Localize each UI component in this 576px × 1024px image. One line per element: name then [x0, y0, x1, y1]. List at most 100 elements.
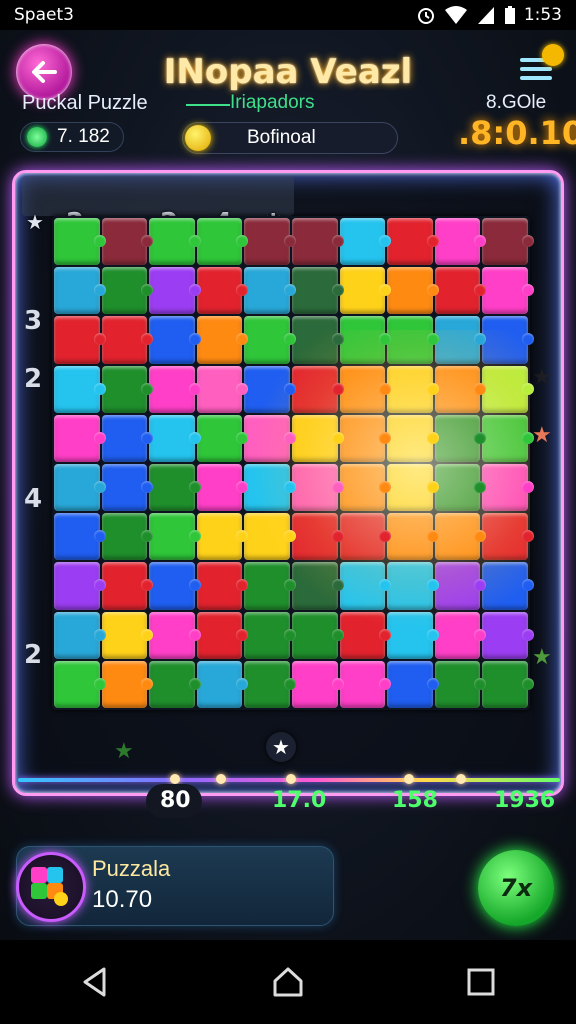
- puzzle-piece[interactable]: [387, 513, 439, 561]
- puzzle-piece[interactable]: [434, 464, 486, 512]
- puzzle-piece[interactable]: [387, 660, 439, 708]
- puzzle-piece[interactable]: [54, 562, 106, 610]
- puzzle-piece[interactable]: [482, 562, 534, 610]
- puzzle-piece[interactable]: [482, 660, 534, 708]
- puzzle-piece[interactable]: [101, 562, 153, 610]
- puzzle-piece[interactable]: [291, 316, 344, 364]
- puzzle-piece[interactable]: [244, 660, 296, 708]
- puzzle-piece[interactable]: [291, 464, 344, 512]
- puzzle-piece[interactable]: [244, 218, 296, 266]
- puzzle-piece[interactable]: [387, 611, 439, 659]
- puzzle-piece[interactable]: [387, 365, 439, 413]
- puzzle-piece[interactable]: [339, 611, 391, 659]
- puzzle-piece[interactable]: [244, 513, 296, 561]
- puzzle-piece[interactable]: [149, 414, 201, 462]
- puzzle-piece[interactable]: [482, 464, 534, 512]
- play-button[interactable]: 7x: [478, 850, 554, 926]
- puzzle-piece[interactable]: [244, 464, 296, 512]
- puzzle-piece[interactable]: [387, 562, 439, 610]
- puzzle-piece[interactable]: [434, 316, 486, 364]
- recents-nav-icon[interactable]: [466, 967, 496, 997]
- puzzle-piece[interactable]: [387, 464, 439, 512]
- puzzle-piece[interactable]: [339, 513, 391, 561]
- puzzle-piece[interactable]: [434, 365, 486, 413]
- puzzle-piece[interactable]: [434, 513, 486, 561]
- puzzle-piece[interactable]: [101, 365, 153, 413]
- puzzle-piece[interactable]: [482, 316, 534, 364]
- puzzle-piece[interactable]: [291, 611, 344, 659]
- puzzle-piece[interactable]: [339, 267, 391, 315]
- puzzle-piece[interactable]: [291, 660, 344, 708]
- puzzle-piece[interactable]: [196, 218, 248, 266]
- puzzle-piece[interactable]: [196, 513, 248, 561]
- puzzle-piece[interactable]: [244, 562, 296, 610]
- puzzle-piece[interactable]: [101, 611, 153, 659]
- puzzle-piece[interactable]: [482, 414, 534, 462]
- puzzle-piece[interactable]: [482, 218, 534, 266]
- puzzle-piece[interactable]: [387, 267, 439, 315]
- puzzle-piece[interactable]: [482, 365, 534, 413]
- puzzle-piece[interactable]: [244, 365, 296, 413]
- puzzle-grid[interactable]: [52, 216, 534, 710]
- puzzle-piece[interactable]: [54, 414, 106, 462]
- puzzle-piece[interactable]: [149, 365, 201, 413]
- puzzle-piece[interactable]: [291, 562, 344, 610]
- puzzle-piece[interactable]: [196, 365, 248, 413]
- puzzle-piece[interactable]: [149, 267, 201, 315]
- coins-pill[interactable]: Bofinoal: [182, 122, 398, 154]
- puzzle-piece[interactable]: [387, 218, 439, 266]
- puzzle-piece[interactable]: [339, 316, 391, 364]
- puzzle-piece[interactable]: [149, 513, 201, 561]
- puzzle-piece[interactable]: [101, 218, 153, 266]
- puzzle-piece[interactable]: [244, 267, 296, 315]
- puzzle-piece[interactable]: [196, 316, 248, 364]
- puzzle-piece[interactable]: [434, 562, 486, 610]
- puzzle-piece[interactable]: [196, 611, 248, 659]
- puzzle-piece[interactable]: [196, 414, 248, 462]
- puzzle-piece[interactable]: [434, 611, 486, 659]
- puzzle-piece[interactable]: [482, 513, 534, 561]
- puzzle-piece[interactable]: [244, 611, 296, 659]
- puzzle-piece[interactable]: [101, 267, 153, 315]
- puzzle-piece[interactable]: [196, 464, 248, 512]
- puzzle-piece[interactable]: [434, 660, 486, 708]
- puzzle-piece[interactable]: [101, 316, 153, 364]
- puzzle-piece[interactable]: [434, 218, 486, 266]
- puzzle-piece[interactable]: [54, 464, 106, 512]
- puzzle-piece[interactable]: [434, 267, 486, 315]
- puzzle-piece[interactable]: [291, 218, 344, 266]
- home-nav-icon[interactable]: [271, 965, 305, 999]
- puzzle-piece[interactable]: [149, 464, 201, 512]
- puzzle-piece[interactable]: [101, 660, 153, 708]
- puzzle-piece[interactable]: [244, 316, 296, 364]
- puzzle-piece[interactable]: [291, 513, 344, 561]
- puzzle-piece[interactable]: [387, 414, 439, 462]
- back-nav-icon[interactable]: [80, 965, 110, 999]
- puzzle-piece[interactable]: [434, 414, 486, 462]
- puzzle-piece[interactable]: [196, 267, 248, 315]
- puzzle-piece[interactable]: [196, 660, 248, 708]
- puzzle-piece[interactable]: [339, 414, 391, 462]
- puzzle-piece[interactable]: [149, 562, 201, 610]
- puzzle-piece[interactable]: [244, 414, 296, 462]
- puzzle-piece[interactable]: [339, 660, 391, 708]
- puzzle-piece[interactable]: [54, 513, 106, 561]
- puzzle-piece[interactable]: [54, 660, 106, 708]
- puzzle-piece[interactable]: [149, 660, 201, 708]
- puzzle-piece[interactable]: [339, 365, 391, 413]
- puzzle-piece[interactable]: [101, 414, 153, 462]
- puzzle-piece[interactable]: [482, 611, 534, 659]
- puzzle-piece[interactable]: [149, 218, 201, 266]
- puzzle-piece[interactable]: [54, 316, 106, 364]
- puzzle-piece[interactable]: [149, 611, 201, 659]
- puzzle-piece[interactable]: [291, 414, 344, 462]
- puzzle-piece[interactable]: [339, 562, 391, 610]
- puzzle-piece[interactable]: [149, 316, 201, 364]
- puzzle-piece[interactable]: [196, 562, 248, 610]
- puzzle-piece[interactable]: [387, 316, 439, 364]
- puzzle-piece[interactable]: [54, 218, 106, 266]
- puzzle-piece[interactable]: [101, 464, 153, 512]
- puzzle-piece[interactable]: [291, 365, 344, 413]
- puzzle-piece[interactable]: [291, 267, 344, 315]
- puzzle-piece[interactable]: [54, 611, 106, 659]
